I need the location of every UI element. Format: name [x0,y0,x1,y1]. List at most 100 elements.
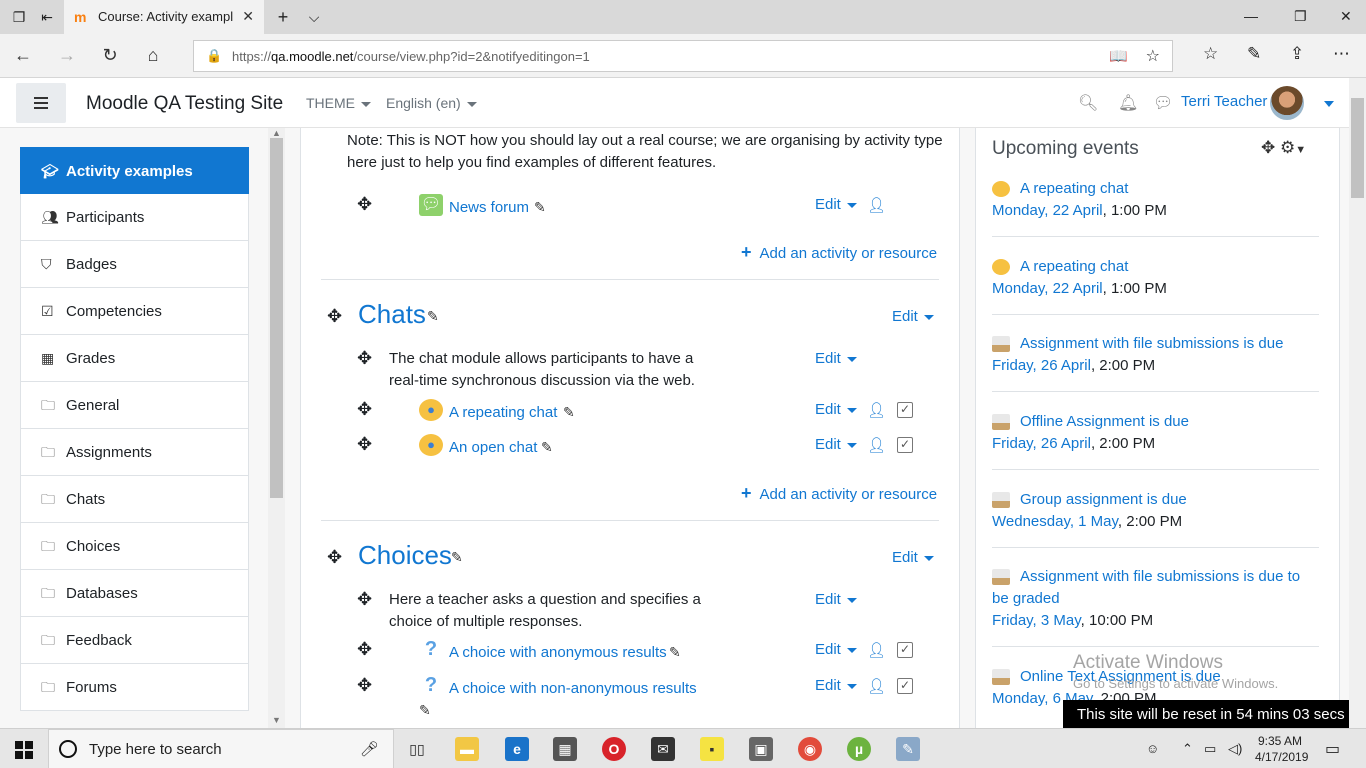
add-activity-button[interactable]: + Add an activity or resource [741,242,937,263]
edge-browser-icon[interactable]: e [505,737,529,761]
favorites-hub-icon[interactable]: ☆ [1203,44,1218,64]
pencil-icon[interactable]: ✎ [451,549,463,566]
event-date-link[interactable]: Monday, 22 April [992,280,1103,297]
sidebar-item-participants[interactable]: 👥︎ Participants [20,194,249,241]
chrome-icon[interactable]: ◉ [798,737,822,761]
move-icon[interactable]: ✥ [357,675,372,696]
sidebar-item-badges[interactable]: ⛉ Badges [20,241,249,288]
sidebar-item-activity-examples[interactable]: 🎓︎ Activity examples [20,147,249,194]
more-menu-icon[interactable]: ⋯ [1333,44,1350,64]
scroll-down-icon[interactable]: ▼ [272,715,281,725]
pencil-icon[interactable]: ✎ [541,439,553,456]
utorrent-icon[interactable]: µ [847,737,871,761]
set-aside-tabs-icon[interactable]: ⇤ [38,8,56,26]
volume-icon[interactable]: ◁) [1228,741,1242,757]
move-section-icon[interactable]: ✥ [327,306,342,327]
user-menu-chevron-icon[interactable] [1324,101,1334,107]
sidebar-item-chats[interactable]: 🗀 Chats [20,476,249,523]
edit-menu-button[interactable]: Edit [815,641,857,658]
completion-checkbox-icon[interactable]: ✓ [897,437,913,453]
scroll-up-icon[interactable]: ▲ [272,128,281,138]
reading-view-icon[interactable]: 📖 [1109,47,1128,65]
move-icon[interactable]: ✥ [357,639,372,660]
move-block-icon[interactable]: ✥ [1261,138,1275,157]
back-icon[interactable]: ← [12,45,34,66]
tray-chevron-up-icon[interactable]: ⌃ [1182,741,1193,757]
activity-link-repeating-chat[interactable]: A repeating chat [449,404,557,421]
mail-icon[interactable]: ✉ [651,737,675,761]
theme-dropdown[interactable]: THEME [306,95,371,111]
event-date-link[interactable]: Friday, 26 April [992,435,1091,452]
move-icon[interactable]: ✥ [357,348,372,369]
news-forum-link[interactable]: News forum [449,199,529,216]
drawer-toggle-button[interactable] [16,83,66,123]
sticky-notes-icon[interactable]: ▪ [700,737,724,761]
event-date-link[interactable]: Friday, 3 May [992,612,1081,629]
group-mode-user-icon[interactable]: 👤︎ [867,401,886,419]
section-edit-menu-button[interactable]: Edit [892,308,934,325]
language-dropdown[interactable]: English (en) [386,95,477,111]
group-mode-user-icon[interactable]: 👤︎ [867,641,886,659]
event-date-link[interactable]: Wednesday, 1 May [992,513,1118,530]
tab-list-chevron-icon[interactable]: ⌵ [305,8,323,26]
windows-start-icon[interactable] [15,741,33,759]
network-icon[interactable]: ▭ [1204,741,1216,757]
move-icon[interactable]: ✥ [357,589,372,610]
edit-menu-button[interactable]: Edit [815,350,857,367]
edit-menu-button[interactable]: Edit [815,591,857,608]
event-link[interactable]: Assignment with file submissions is due [1020,335,1283,352]
new-tab-icon[interactable]: + [274,8,292,26]
edit-menu-button[interactable]: Edit [815,401,857,418]
refresh-icon[interactable]: ↻ [99,45,121,66]
people-icon[interactable]: ☺ [1146,741,1159,756]
sidebar-item-forums[interactable]: 🗀 Forums [20,664,249,711]
favorite-star-icon[interactable]: ☆ [1146,46,1160,66]
home-icon[interactable]: ⌂ [142,45,164,66]
task-view-icon[interactable]: ▯▯ [405,737,429,761]
activity-link-non-anonymous-choice[interactable]: A choice with non-anonymous results [449,680,697,697]
user-name[interactable]: Terri Teacher [1181,93,1267,110]
taskbar-search-input[interactable]: Type here to search 🎤︎ [48,729,394,768]
event-link[interactable]: A repeating chat [1020,180,1128,197]
pencil-icon[interactable]: ✎ [427,308,439,325]
file-explorer-icon[interactable]: ▬ [455,737,479,761]
group-mode-user-icon[interactable]: 👤︎ [867,677,886,695]
group-mode-user-icon[interactable]: 👤︎ [867,196,886,214]
clock[interactable]: 9:35 AM 4/17/2019 [1255,733,1308,765]
gear-icon[interactable]: ⚙ [1280,138,1295,157]
move-icon[interactable]: ✥ [357,399,372,420]
sidebar-item-general[interactable]: 🗀 General [20,382,249,429]
pencil-icon[interactable]: ✎ [669,644,681,661]
completion-checkbox-icon[interactable]: ✓ [897,678,913,694]
maximize-icon[interactable]: ❐ [1294,8,1307,25]
pen-notes-icon[interactable]: ✎ [1247,44,1261,64]
pencil-icon[interactable]: ✎ [534,199,546,216]
edit-menu-button[interactable]: Edit [815,436,857,453]
move-icon[interactable]: ✥ [357,434,372,455]
microphone-icon[interactable]: 🎤︎ [360,740,379,758]
section-edit-menu-button[interactable]: Edit [892,549,934,566]
sidebar-item-competencies[interactable]: ☑ Competencies [20,288,249,335]
opera-icon[interactable]: O [602,737,626,761]
event-date-link[interactable]: Friday, 26 April [992,357,1091,374]
close-window-icon[interactable]: ✕ [1340,8,1352,25]
event-link[interactable]: Offline Assignment is due [1020,413,1189,430]
forward-icon[interactable]: → [56,45,78,66]
event-link[interactable]: A repeating chat [1020,258,1128,275]
completion-checkbox-icon[interactable]: ✓ [897,642,913,658]
group-mode-user-icon[interactable]: 👤︎ [867,436,886,454]
pencil-icon[interactable]: ✎ [419,702,431,719]
tab-actions-icon[interactable]: ❐ [10,8,28,26]
messages-icon[interactable]: 💬︎ [1153,93,1173,113]
sidebar-item-assignments[interactable]: 🗀 Assignments [20,429,249,476]
url-field[interactable]: 🔒 https://qa.moodle.net/course/view.php?… [193,40,1173,72]
activity-link-anonymous-choice[interactable]: A choice with anonymous results [449,644,667,661]
search-icon[interactable]: 🔍︎ [1078,93,1098,113]
event-link[interactable]: Assignment with file submissions is due … [992,568,1300,607]
snipping-tool-icon[interactable]: ▣ [749,737,773,761]
notifications-bell-icon[interactable]: 🔔︎ [1118,93,1138,113]
action-center-icon[interactable]: ▭ [1325,739,1340,759]
minimize-icon[interactable]: — [1244,8,1258,24]
page-scrollbar[interactable] [1349,78,1366,728]
move-section-icon[interactable]: ✥ [327,547,342,568]
